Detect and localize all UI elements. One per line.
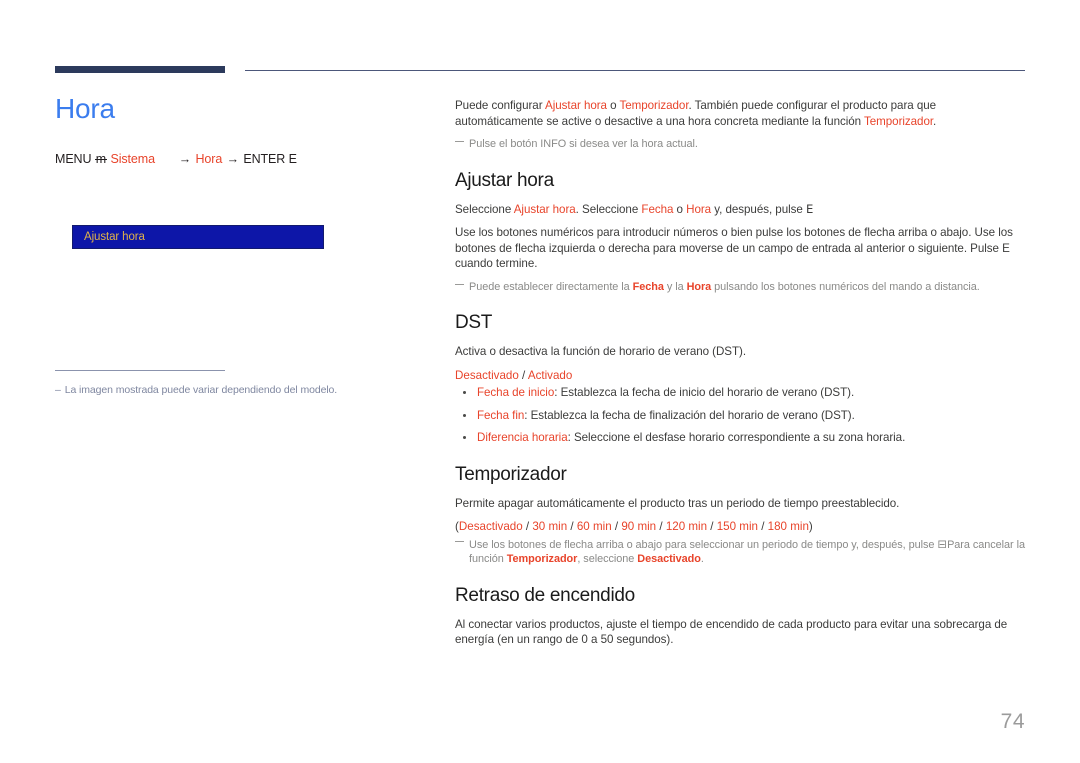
dst-option-activado: Activado	[527, 368, 573, 382]
menu-path-enter-label: ENTER	[243, 152, 286, 166]
left-footnote: – La imagen mostrada puede variar dependi…	[55, 383, 415, 397]
dst-bullet-term-2: Diferencia horaria	[477, 431, 568, 444]
ajustar-hora-paragraph-1: Seleccione Ajustar hora. Seleccione Fech…	[455, 202, 1025, 218]
temporizador-option-1: 30 min	[532, 520, 568, 533]
heading-retraso-de-encendido: Retraso de encendido	[455, 584, 635, 606]
temporizador-option-0: Desactivado	[458, 520, 523, 533]
temporizador-option-2: 60 min	[576, 520, 612, 533]
temporizador-options: (Desactivado / 30 min / 60 min / 90 min …	[455, 519, 1025, 535]
temporizador-options-close: )	[808, 520, 813, 533]
intro-paragraph: Puede configurar Ajustar hora o Temporiz…	[455, 98, 1025, 129]
osd-menu-item-ajustar-hora: Ajustar hora	[84, 231, 145, 243]
ah-note-link-fecha: Fecha	[632, 280, 664, 293]
temporizador-sep-5: /	[757, 520, 768, 533]
enter-key-icon: ⊟	[937, 536, 948, 551]
left-note-divider	[55, 370, 225, 371]
menu-path-menu-label: MENU	[55, 152, 92, 166]
menu-arrow-icon: m	[94, 152, 108, 166]
intro-note: Pulse el botón INFO si desea ver la hora…	[455, 137, 1025, 152]
osd-menu-screenshot: Ajustar hora	[72, 225, 324, 249]
ah-link-ajustar-hora: Ajustar hora	[513, 202, 576, 216]
ah-note-c: pulsando los botones numéricos del mando…	[711, 280, 980, 293]
temp-note-link-temporizador: Temporizador	[506, 553, 578, 565]
temporizador-option-6: 180 min	[767, 520, 809, 533]
intro-note-text: Pulse el botón INFO si desea ver la hora…	[469, 138, 698, 150]
dst-bullet-term-1: Fecha fin	[477, 408, 525, 422]
ajustar-hora-note: Puede establecer directamente la Fecha y…	[455, 280, 1025, 295]
intro-text-b: o	[606, 99, 620, 112]
heading-dst: DST	[455, 312, 493, 333]
temporizador-sep-3: /	[656, 520, 666, 533]
temporizador-note: Use los botones de flecha arriba o abajo…	[455, 537, 1025, 567]
page-title: Hora	[55, 93, 115, 124]
header-rule-thick	[55, 66, 225, 73]
temp-note-d: .	[700, 553, 704, 565]
intro-text-d: .	[933, 114, 937, 128]
enter-key-icon: E	[288, 152, 297, 166]
dst-option-separator: /	[518, 368, 528, 382]
dst-paragraph: Activa o desactiva la función de horario…	[455, 345, 747, 358]
temp-note-a: Use los botones de flecha arriba o abajo…	[469, 538, 938, 551]
enter-key-icon: E	[805, 201, 814, 216]
page-number: 74	[1000, 710, 1025, 733]
ah-note-b: y la	[663, 280, 687, 293]
left-column: Hora MENU m Sistema → Hora → ENTER E	[55, 92, 425, 167]
dst-bullet-list: Fecha de inicio: Establezca la fecha de …	[455, 385, 1025, 446]
header-rules	[55, 66, 1025, 78]
header-rule-thin	[245, 70, 1025, 71]
ah-note-a: Puede establecer directamente la	[469, 280, 633, 293]
intro-link-ajustar-hora: Ajustar hora	[545, 99, 607, 112]
dst-options: Desactivado / Activado	[455, 368, 1025, 384]
ajustar-hora-paragraph-2: Use los botones numéricos para introduci…	[455, 226, 1013, 270]
dst-bullet-desc-1: : Establezca la fecha de finalización de…	[524, 408, 855, 422]
temporizador-paragraph: Permite apagar automáticamente el produc…	[455, 496, 900, 510]
ah-note-link-hora: Hora	[686, 280, 712, 293]
temporizador-option-5: 150 min	[716, 520, 758, 533]
temporizador-option-4: 120 min	[665, 520, 708, 533]
list-item: Diferencia horaria: Seleccione el desfas…	[455, 430, 1025, 446]
menu-path-arrow-2: →	[226, 152, 240, 166]
left-footnote-text: La imagen mostrada puede variar dependie…	[64, 384, 338, 396]
temporizador-sep-1: /	[567, 520, 577, 533]
temporizador-sep-2: /	[611, 520, 622, 533]
dst-bullet-term-0: Fecha de inicio	[477, 386, 555, 399]
ah-text-a: Seleccione	[455, 202, 514, 216]
temp-note-c: , seleccione	[577, 553, 638, 565]
menu-path-arrow-1: →	[178, 152, 192, 166]
dst-option-desactivado: Desactivado	[455, 368, 519, 382]
list-item: Fecha fin: Establezca la fecha de finali…	[455, 408, 1025, 424]
list-item: Fecha de inicio: Establezca la fecha de …	[455, 385, 1025, 401]
intro-link-temporizador-1: Temporizador	[619, 99, 689, 112]
temporizador-option-3: 90 min	[621, 520, 657, 533]
right-column: Puede configurar Ajustar hora o Temporiz…	[455, 98, 1025, 656]
ah-text-b: . Seleccione	[575, 202, 642, 216]
heading-temporizador: Temporizador	[455, 463, 567, 485]
ah-link-fecha: Fecha	[641, 202, 674, 216]
temporizador-sep-4: /	[707, 520, 717, 533]
dst-bullet-desc-2: : Seleccione el desfase horario correspo…	[567, 431, 906, 444]
temporizador-sep-0: /	[522, 520, 533, 533]
ah-text-c: o	[673, 202, 687, 216]
menu-path-breadcrumb: MENU m Sistema → Hora → ENTER E	[55, 151, 425, 167]
menu-path-item-hora: Hora	[195, 152, 223, 166]
intro-link-temporizador-2: Temporizador	[864, 114, 934, 128]
ah-link-hora: Hora	[686, 202, 712, 216]
ah-text-d: y, después, pulse	[711, 202, 806, 216]
intro-text-a: Puede configurar	[455, 99, 546, 112]
temp-note-link-desactivado: Desactivado	[637, 553, 701, 565]
heading-ajustar-hora: Ajustar hora	[455, 169, 554, 191]
retraso-paragraph: Al conectar varios productos, ajuste el …	[455, 617, 1008, 647]
left-footnote-dash: –	[55, 384, 61, 396]
menu-path-item-sistema: Sistema	[110, 152, 155, 166]
dst-bullet-desc-0: : Establezca la fecha de inicio del hora…	[554, 386, 855, 399]
